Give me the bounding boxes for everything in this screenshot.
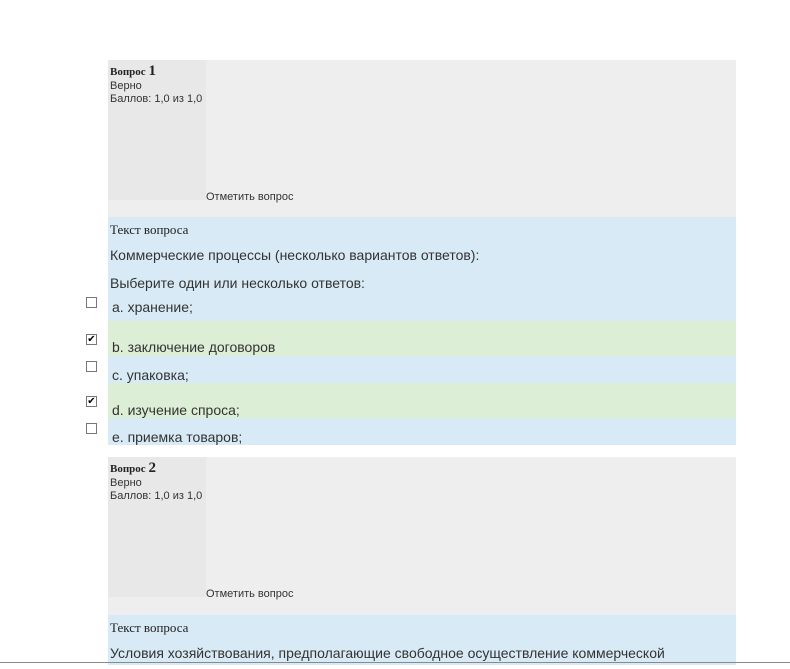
- question-state: Верно: [110, 477, 142, 489]
- flag-question-link[interactable]: Отметить вопрос: [206, 191, 293, 203]
- checkbox-cell: [82, 418, 108, 440]
- answer-options: a. хранение; ✔ b. заключение договоров c…: [82, 292, 736, 445]
- question-content: Текст вопроса Коммерческие процессы (нес…: [82, 217, 736, 445]
- checkbox-c[interactable]: [86, 361, 97, 372]
- question-text-heading: Текст вопроса: [110, 222, 189, 237]
- answer-option-d[interactable]: ✔ d. изучение спроса;: [82, 383, 736, 418]
- answer-option-label: a. хранение;: [112, 299, 193, 315]
- checkbox-cell: ✔: [82, 321, 108, 345]
- question-info: Вопрос 2 Верно Баллов: 1,0 из 1,0 Отмети…: [108, 457, 736, 615]
- page-divider: [0, 662, 790, 663]
- question-grade: Баллов: 1,0 из 1,0: [110, 490, 203, 502]
- question-number: Вопрос 2: [110, 460, 156, 477]
- question-number: Вопрос 1: [110, 63, 156, 80]
- checkbox-a[interactable]: [86, 297, 97, 308]
- question-label: Вопрос: [110, 66, 146, 78]
- question-info: Вопрос 1 Верно Баллов: 1,0 из 1,0 Отмети…: [108, 60, 736, 217]
- answer-option-label: e. приемка товаров;: [112, 429, 243, 445]
- answer-option-b[interactable]: ✔ b. заключение договоров: [82, 321, 736, 356]
- flag-question-link[interactable]: Отметить вопрос: [206, 588, 293, 600]
- question-2: Вопрос 2 Верно Баллов: 1,0 из 1,0 Отмети…: [108, 457, 736, 665]
- answer-option-label: b. заключение договоров: [112, 339, 276, 355]
- answer-option-e[interactable]: e. приемка товаров;: [82, 418, 736, 445]
- answer-option-c[interactable]: c. упаковка;: [82, 356, 736, 383]
- question-label: Вопрос: [110, 463, 146, 475]
- checkbox-d[interactable]: ✔: [86, 396, 97, 407]
- question-1: Вопрос 1 Верно Баллов: 1,0 из 1,0 Отмети…: [82, 60, 736, 445]
- question-text: Коммерческие процессы (несколько вариант…: [110, 247, 480, 263]
- answer-option-label: d. изучение спроса;: [112, 402, 240, 418]
- checkbox-cell: [82, 292, 108, 314]
- checkbox-cell: ✔: [82, 391, 108, 413]
- question-grade: Баллов: 1,0 из 1,0: [110, 93, 203, 105]
- question-number-value: 1: [148, 63, 156, 79]
- question-state: Верно: [110, 80, 142, 92]
- question-content: Текст вопроса Условия хозяйствования, пр…: [108, 615, 736, 665]
- checkbox-e[interactable]: [86, 423, 97, 434]
- checkbox-b[interactable]: ✔: [86, 334, 97, 345]
- answer-option-label: c. упаковка;: [112, 367, 189, 383]
- question-number-value: 2: [148, 460, 156, 476]
- question-text-heading: Текст вопроса: [110, 620, 189, 635]
- answer-option-a[interactable]: a. хранение;: [82, 292, 736, 321]
- checkbox-cell: [82, 356, 108, 378]
- answer-prompt: Выберите один или несколько ответов:: [110, 275, 365, 291]
